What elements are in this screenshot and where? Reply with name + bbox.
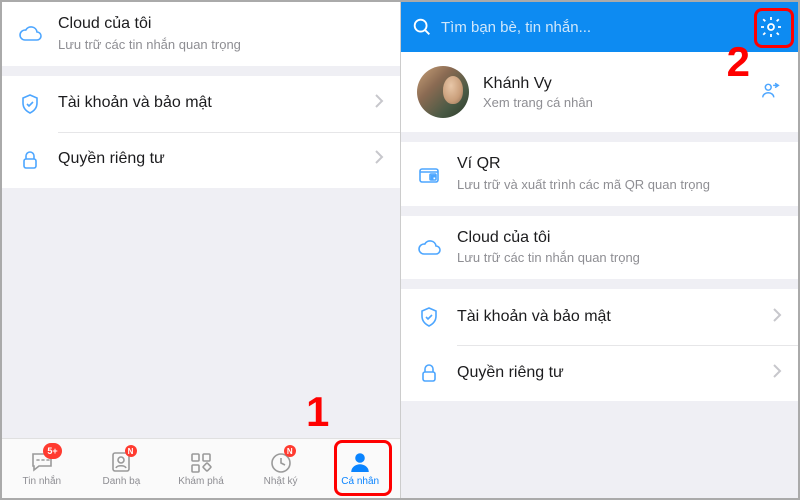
row-my-cloud[interactable]: Cloud của tôi Lưu trữ các tin nhắn quan … — [401, 216, 798, 280]
pane-left-me-tab: Cloud của tôi Lưu trữ các tin nhắn quan … — [2, 2, 400, 498]
pane-right-me-screen: Tìm bạn bè, tin nhắn... Khánh Vy Xem tra… — [400, 2, 798, 498]
qr-wallet-icon — [417, 162, 457, 186]
lock-icon — [18, 148, 58, 172]
row-privacy[interactable]: Quyền riêng tư — [401, 345, 798, 401]
row-subtitle: Lưu trữ và xuất trình các mã QR quan trọ… — [457, 177, 782, 194]
row-account-security[interactable]: Tài khoản và bảo mật — [2, 76, 400, 132]
shield-icon — [417, 305, 457, 329]
badge: N — [284, 445, 296, 457]
search-input[interactable]: Tìm bạn bè, tin nhắn... — [441, 19, 746, 36]
annotation-step-1: 1 — [306, 388, 329, 436]
row-title: Cloud của tôi — [457, 228, 782, 249]
tab-label: Khám phá — [178, 476, 224, 487]
row-title: Quyền riêng tư — [457, 363, 772, 384]
row-my-cloud[interactable]: Cloud của tôi Lưu trữ các tin nhắn quan … — [2, 2, 400, 66]
row-subtitle: Lưu trữ các tin nhắn quan trọng — [58, 37, 384, 54]
row-account-security[interactable]: Tài khoản và bảo mật — [401, 289, 798, 345]
settings-list: Cloud của tôi Lưu trữ các tin nhắn quan … — [2, 2, 400, 66]
search-icon[interactable] — [411, 16, 433, 38]
badge: 5+ — [43, 443, 61, 459]
gear-icon — [759, 15, 783, 39]
row-title: Tài khoản và bảo mật — [457, 307, 772, 328]
shield-icon — [18, 92, 58, 116]
bottom-tab-bar: 5+ Tin nhắn N Danh bạ Khám phá N Nhật ký… — [2, 438, 400, 498]
tab-label: Tin nhắn — [23, 476, 62, 487]
tab-label: Nhật ký — [264, 476, 298, 487]
row-title: Ví QR — [457, 154, 782, 175]
badge: N — [125, 445, 137, 457]
cloud-icon — [18, 22, 58, 46]
tab-contacts[interactable]: N Danh bạ — [82, 439, 162, 498]
row-title: Cloud của tôi — [58, 14, 384, 35]
settings-button[interactable] — [754, 10, 788, 44]
row-title: Quyền riêng tư — [58, 149, 374, 170]
row-privacy[interactable]: Quyền riêng tư — [2, 132, 400, 188]
avatar — [417, 66, 469, 118]
chevron-right-icon — [374, 94, 384, 113]
tab-label: Cá nhân — [341, 476, 379, 487]
lock-icon — [417, 361, 457, 385]
profile-subtitle: Xem trang cá nhân — [483, 95, 760, 110]
search-header: Tìm bạn bè, tin nhắn... — [401, 2, 798, 52]
cloud-icon — [417, 236, 457, 260]
chevron-right-icon — [772, 308, 782, 327]
chevron-right-icon — [374, 150, 384, 169]
row-title: Tài khoản và bảo mật — [58, 93, 374, 114]
tab-me[interactable]: Cá nhân — [320, 439, 400, 498]
profile-name: Khánh Vy — [483, 75, 760, 93]
tab-diary[interactable]: N Nhật ký — [241, 439, 321, 498]
tab-label: Danh bạ — [102, 476, 140, 487]
tab-discover[interactable]: Khám phá — [161, 439, 241, 498]
chevron-right-icon — [772, 364, 782, 383]
row-qr-wallet[interactable]: Ví QR Lưu trữ và xuất trình các mã QR qu… — [401, 142, 798, 206]
row-profile[interactable]: Khánh Vy Xem trang cá nhân — [401, 52, 798, 132]
switch-account-icon[interactable] — [760, 79, 782, 106]
tab-messages[interactable]: 5+ Tin nhắn — [2, 439, 82, 498]
row-subtitle: Lưu trữ các tin nhắn quan trọng — [457, 250, 782, 267]
